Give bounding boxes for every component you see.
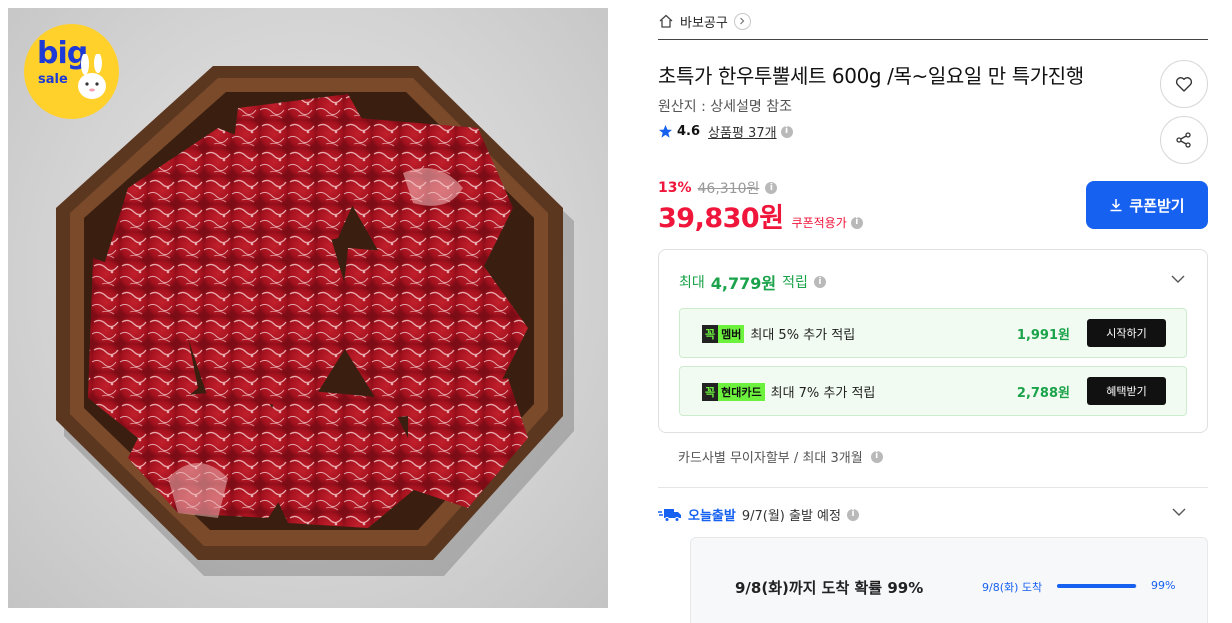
kkok-member-badge: 꼭 멤버 [702,324,745,343]
shipping-date: 9/7(월) 출발 예정 [741,509,841,524]
arrival-progress-fill [1057,584,1137,588]
reward-card-text: 최대 7% 추가 적립 [770,386,876,401]
info-icon[interactable]: i [846,508,859,521]
reward-card-left: 꼭 멤버 최대 5% 추가 적립 [702,324,855,343]
reward-card-hyundai: 꼭 현대카드 최대 7% 추가 적립 2,788원 혜택받기 [679,366,1187,416]
coupon-price-note: 쿠폰적용가 i [792,214,863,231]
original-price: 46,310원 [697,181,760,197]
share-button[interactable] [1160,116,1208,164]
arrival-progress-bar [1057,584,1137,588]
like-button[interactable] [1160,60,1208,108]
info-icon[interactable]: i [870,450,883,463]
installment-text: 카드사별 무이자할부 / 최대 3개월 [678,451,863,466]
reward-header: 최대 4,779원 적립 i [679,270,826,294]
brand-name[interactable]: 바보공구 [680,12,728,31]
star-icon [658,124,673,138]
discount-rate: 13% [658,180,692,196]
coupon-button-label: 쿠폰받기 [1129,196,1185,215]
reward-card-amount: 1,991원 [1016,328,1070,343]
heart-icon [1175,77,1193,92]
kkok-badge-dark: 꼭 [702,324,719,343]
product-image[interactable]: big sale [8,8,608,608]
reward-suffix: 적립 [782,275,808,291]
reward-amount: 4,779원 [710,274,777,293]
product-origin: 원산지 : 상세설명 참조 [658,99,792,115]
sale-price-row: 39,830원 쿠폰적용가 i [658,196,863,235]
home-icon [659,14,673,28]
info-icon[interactable]: i [850,216,863,229]
info-icon[interactable]: i [813,276,826,288]
reward-card-left: 꼭 현대카드 최대 7% 추가 적립 [702,382,875,401]
section-divider [658,487,1208,488]
product-info-panel: 바보공구 초특가 한우투뿔세트 600g /목~일요일 만 특가진행 원산지 :… [658,0,1208,623]
download-icon [1110,199,1122,212]
reward-box: 최대 4,779원 적립 i 꼭 멤버 최대 5% 추가 적립 1,991원 시… [658,249,1208,433]
arrival-percentage: 99% [1151,579,1176,592]
delivery-row: 오늘출발 9/7(월) 출발 예정 i [658,505,859,524]
truck-icon [658,508,681,522]
chevron-down-icon[interactable] [1169,270,1187,288]
sale-price: 39,830원 [658,203,784,234]
start-membership-button[interactable]: 시작하기 [1087,319,1166,347]
brand-breadcrumb[interactable]: 바보공구 [658,10,751,32]
brand-divider [658,39,1208,40]
arrival-probability-text: 9/8(화)까지 도착 확률 99% [735,579,924,597]
today-shipping-badge: 오늘출발 [688,509,736,524]
info-icon[interactable]: i [765,182,778,194]
rating-row: 4.6 상품평 37개 i [658,122,793,141]
kkok-badge-light: 현대카드 [718,382,765,401]
brand-chevron-button[interactable] [733,12,751,30]
chevron-down-icon[interactable] [1170,503,1188,521]
rating-score: 4.6 [677,124,701,139]
kkok-hyundai-badge: 꼭 현대카드 [702,382,765,401]
review-count-link[interactable]: 상품평 37개 [708,122,777,141]
reward-card-member: 꼭 멤버 최대 5% 추가 적립 1,991원 시작하기 [679,308,1187,358]
reward-prefix: 최대 [679,275,705,291]
price-original-row: 13% 46,310원 i [658,178,778,198]
get-benefit-button[interactable]: 혜택받기 [1087,377,1166,405]
coupon-download-button[interactable]: 쿠폰받기 [1086,181,1208,229]
arrival-estimate-box: 9/8(화)까지 도착 확률 99% 9/8(화) 도착 99% [690,537,1208,623]
info-icon[interactable]: i [780,125,793,138]
big-sale-badge: big sale [24,24,119,119]
bunny-icon [78,54,106,99]
kkok-badge-light: 멤버 [718,324,745,343]
share-icon [1176,132,1191,148]
coupon-price-label: 쿠폰적용가 [791,216,847,230]
reward-card-text: 최대 5% 추가 적립 [750,328,856,343]
arrival-date-label: 9/8(화) 도착 [982,581,1043,594]
big-sale-sale-text: sale [38,72,68,87]
chevron-right-icon [740,17,745,25]
installment-info: 카드사별 무이자할부 / 최대 3개월 i [678,447,883,466]
kkok-badge-dark: 꼭 [702,382,719,401]
reward-card-amount: 2,788원 [1016,386,1070,401]
product-title: 초특가 한우투뿔세트 600g /목~일요일 만 특가진행 [658,64,1084,88]
